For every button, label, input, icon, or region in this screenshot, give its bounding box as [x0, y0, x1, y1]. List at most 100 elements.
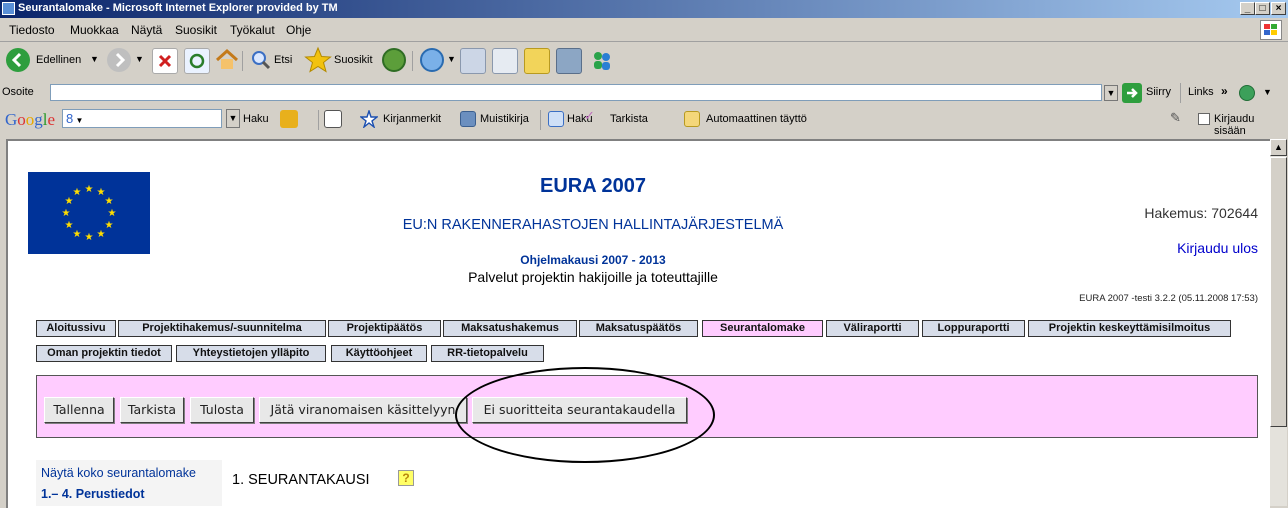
bookmark-star-icon[interactable]: [360, 110, 378, 128]
svg-text:★: ★: [105, 196, 114, 207]
autofill-icon[interactable]: [684, 111, 700, 127]
nav-tab-rr-info[interactable]: RR-tietopalvelu: [431, 345, 544, 362]
scrollbar-thumb[interactable]: [1270, 157, 1287, 427]
links-chevron-icon[interactable]: »: [1221, 84, 1228, 98]
menu-bar: Tiedosto Muokkaa Näytä Suosikit Työkalut…: [0, 19, 1288, 42]
print-icon[interactable]: [460, 48, 486, 74]
settings-wrench-icon[interactable]: ✎: [1170, 110, 1181, 126]
nav-tab-payment-application[interactable]: Maksatushakemus: [443, 320, 577, 337]
nav-tab-project-decision[interactable]: Projektipäätös: [328, 320, 441, 337]
vertical-scrollbar[interactable]: ▲: [1270, 139, 1287, 506]
logout-link[interactable]: Kirjaudu ulos: [1100, 240, 1258, 256]
svg-text:★: ★: [65, 220, 74, 231]
menu-file[interactable]: Tiedosto: [9, 23, 55, 37]
minimize-button[interactable]: _: [1240, 2, 1255, 15]
forward-arrow-icon[interactable]: [107, 48, 131, 72]
print-button[interactable]: Tulosta: [190, 397, 254, 423]
program-period: Ohjelmakausi 2007 - 2013: [520, 253, 666, 267]
search-icon[interactable]: [548, 111, 564, 127]
nav-tab-project-termination[interactable]: Projektin keskeyttämisilmoitus: [1028, 320, 1231, 337]
svg-text:★: ★: [85, 232, 94, 243]
forward-dropdown-icon[interactable]: ▼: [135, 54, 144, 64]
svg-text:★: ★: [105, 220, 114, 231]
nav-tab-payment-decision[interactable]: Maksatuspäätös: [579, 320, 698, 337]
addon-icon[interactable]: [1239, 85, 1255, 101]
go-arrow-icon[interactable]: [1122, 83, 1142, 103]
svg-text:★: ★: [108, 208, 117, 219]
history-icon[interactable]: [382, 48, 406, 72]
menu-view[interactable]: Näytä: [131, 23, 162, 37]
svg-text:★: ★: [85, 184, 94, 195]
window-title: Seurantalomake - Microsoft Internet Expl…: [18, 2, 338, 14]
menu-tools[interactable]: Työkalut: [230, 23, 275, 37]
help-icon[interactable]: ?: [398, 470, 414, 486]
submit-to-authority-button[interactable]: Jätä viranomaisen käsittelyyn: [259, 397, 467, 423]
close-button[interactable]: ×: [1271, 2, 1286, 15]
google-search-button[interactable]: Haku: [243, 113, 269, 125]
scroll-up-icon[interactable]: ▲: [1270, 139, 1287, 156]
edit-icon[interactable]: [492, 48, 518, 74]
back-arrow-icon[interactable]: [6, 48, 30, 72]
section-heading: 1. SEURANTAKAUSI: [232, 472, 370, 488]
google-search-dropdown-icon: ▼: [73, 116, 84, 125]
bookmarks-button[interactable]: Kirjanmerkit: [383, 113, 441, 125]
favorites-button-label[interactable]: Suosikit: [334, 54, 373, 66]
back-dropdown-icon[interactable]: ▼: [90, 54, 99, 64]
addon-dropdown-icon[interactable]: ▼: [1263, 87, 1272, 97]
popup-blocker-icon[interactable]: [324, 110, 342, 128]
nav-tab-project-application[interactable]: Projektihakemus/-suunnitelma: [118, 320, 326, 337]
search-icon[interactable]: [248, 48, 272, 72]
refresh-icon[interactable]: [184, 48, 210, 74]
google-search-input[interactable]: 8 ▼: [62, 109, 222, 128]
address-input[interactable]: [50, 84, 1102, 101]
discuss-icon[interactable]: [524, 48, 550, 74]
notebook-icon[interactable]: [460, 111, 476, 127]
go-button-label[interactable]: Siirry: [1146, 86, 1171, 98]
signin-button[interactable]: Kirjaudu sisään: [1214, 113, 1288, 137]
ie-icon: [2, 2, 15, 15]
nav-tab-own-project[interactable]: Oman projektin tiedot: [36, 345, 172, 362]
windows-logo-icon: [1260, 20, 1282, 40]
nav-tab-monitoring-form[interactable]: Seurantalomake: [702, 320, 823, 337]
version-info: EURA 2007 -testi 3.2.2 (05.11.2008 17:53…: [1079, 293, 1258, 304]
nav-tab-final-report[interactable]: Loppuraportti: [922, 320, 1025, 337]
google-search-dropdown[interactable]: ▼: [226, 109, 240, 128]
autofill-button[interactable]: Automaattinen täyttö: [706, 113, 807, 125]
signin-checkbox[interactable]: [1198, 113, 1210, 125]
system-subtitle: EU:N RAKENNERAHASTOJEN HALLINTAJÄRJESTEL…: [402, 217, 784, 233]
nav-tab-user-guide[interactable]: Käyttöohjeet: [331, 345, 427, 362]
google-news-icon[interactable]: [280, 110, 298, 128]
sidebar-item-basic-info[interactable]: 1.– 4. Perustiedot: [41, 487, 145, 501]
svg-text:★: ★: [97, 229, 106, 240]
menu-edit[interactable]: Muokkaa: [70, 23, 119, 37]
search-button-label[interactable]: Etsi: [274, 54, 292, 66]
application-number: Hakemus: 702644: [1144, 205, 1258, 221]
research-icon[interactable]: [556, 48, 582, 74]
favorites-star-icon[interactable]: [304, 46, 332, 73]
check-button[interactable]: Tarkista: [120, 397, 184, 423]
messenger-icon[interactable]: [590, 48, 614, 72]
links-label[interactable]: Links: [1188, 86, 1214, 98]
home-icon[interactable]: [214, 47, 239, 71]
address-dropdown-icon[interactable]: ▼: [1104, 85, 1118, 101]
menu-help[interactable]: Ohje: [286, 23, 311, 37]
mail-icon[interactable]: [420, 48, 444, 72]
stop-icon[interactable]: [152, 48, 178, 74]
mail-dropdown-icon[interactable]: ▼: [447, 54, 456, 64]
page-tagline: Palvelut projektin hakijoille ja toteutt…: [468, 269, 718, 285]
show-full-form-link[interactable]: Näytä koko seurantalomake: [41, 466, 196, 480]
nav-tab-start[interactable]: Aloitussivu: [36, 320, 116, 337]
window-title-bar[interactable]: Seurantalomake - Microsoft Internet Expl…: [0, 0, 1288, 18]
google-logo: Google: [5, 110, 56, 129]
nav-tab-interim-report[interactable]: Väliraportti: [826, 320, 919, 337]
back-button-label[interactable]: Edellinen: [36, 54, 81, 66]
svg-text:★: ★: [73, 229, 82, 240]
save-button[interactable]: Tallenna: [44, 397, 114, 423]
maximize-button[interactable]: □: [1255, 2, 1270, 15]
notebook-button[interactable]: Muistikirja: [480, 113, 529, 125]
spellcheck-button[interactable]: Tarkista: [610, 113, 648, 125]
nav-tab-contact-maintenance[interactable]: Yhteystietojen ylläpito: [176, 345, 326, 362]
google-toolbar: Google 8 ▼ ▼ Haku Kirjanmerkit Muistikir…: [0, 105, 1288, 137]
menu-favorites[interactable]: Suosikit: [175, 23, 217, 37]
spellcheck-icon[interactable]: ✓: [584, 108, 595, 124]
